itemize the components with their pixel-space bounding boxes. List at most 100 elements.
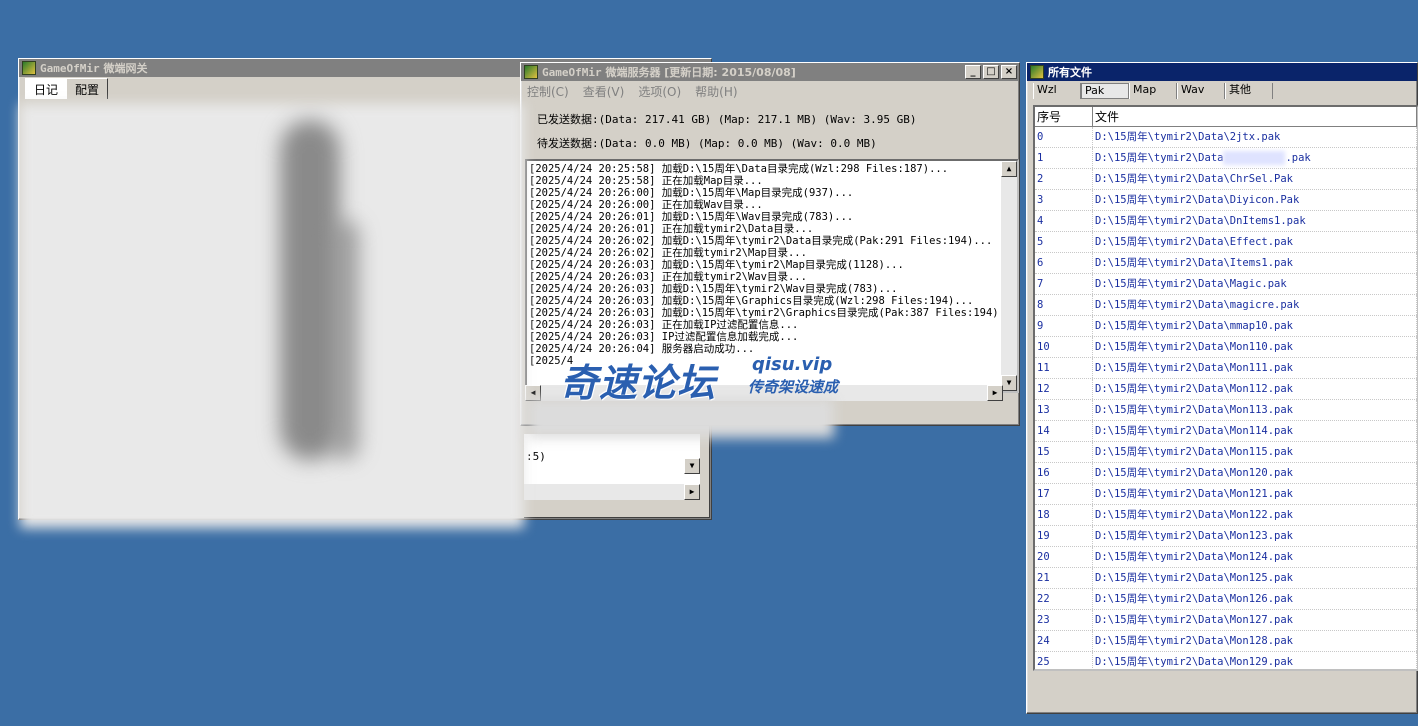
- lower-hscroll[interactable]: ▶: [524, 484, 700, 500]
- log-line: [2025/4/24 20:26:03] 正在加载tymir2\Wav目录...: [529, 271, 807, 283]
- table-row[interactable]: 25 D:\15周年\tymir2\Data\Mon129.pak: [1035, 652, 1417, 669]
- column-file[interactable]: 文件: [1093, 107, 1417, 126]
- table-row[interactable]: 1 D:\15周年\tymir2\Data .pak: [1035, 148, 1417, 169]
- log-line: [2025/4/24 20:25:58] 正在加载Map目录...: [529, 175, 763, 187]
- tab-wav[interactable]: Wav: [1177, 83, 1225, 99]
- tab-other[interactable]: 其他: [1225, 83, 1273, 99]
- log-line: [2025/4/24 20:26:00] 正在加载Wav目录...: [529, 199, 763, 211]
- pending-data: 待发送数据:(Data: 0.0 MB) (Map: 0.0 MB) (Wav:…: [537, 137, 877, 150]
- row-file: D:\15周年\tymir2\Data\Mon122.pak: [1093, 505, 1417, 525]
- row-file-path: D:\15周年\tymir2\Data\magicre.pak: [1095, 299, 1300, 311]
- row-file: D:\15周年\tymir2\Data\Mon110.pak: [1093, 337, 1417, 357]
- row-index: 3: [1035, 190, 1093, 210]
- table-row[interactable]: 7 D:\15周年\tymir2\Data\Magic.pak: [1035, 274, 1417, 295]
- log-line: [2025/4/24 20:26:03] 正在加载IP过滤配置信息...: [529, 319, 799, 331]
- row-index: 25: [1035, 652, 1093, 669]
- row-index: 22: [1035, 589, 1093, 609]
- table-row[interactable]: 15 D:\15周年\tymir2\Data\Mon115.pak: [1035, 442, 1417, 463]
- scroll-right-icon[interactable]: ▶: [684, 484, 700, 500]
- tab-pak[interactable]: Pak: [1081, 83, 1129, 99]
- tab-map[interactable]: Map: [1129, 83, 1177, 99]
- table-row[interactable]: 14 D:\15周年\tymir2\Data\Mon114.pak: [1035, 421, 1417, 442]
- scroll-down-icon[interactable]: ▼: [1001, 375, 1017, 391]
- row-file-path: D:\15周年\tymir2\Data\ChrSel.Pak: [1095, 173, 1294, 185]
- tab-config[interactable]: 配置: [66, 78, 109, 99]
- row-file-path: D:\15周年\tymir2\Data\DnItems1.pak: [1095, 215, 1306, 227]
- row-index: 9: [1035, 316, 1093, 336]
- table-row[interactable]: 6 D:\15周年\tymir2\Data\Items1.pak: [1035, 253, 1417, 274]
- files-titlebar[interactable]: 所有文件: [1027, 63, 1417, 81]
- scroll-down-icon[interactable]: ▼: [684, 458, 700, 474]
- table-row[interactable]: 10 D:\15周年\tymir2\Data\Mon110.pak: [1035, 337, 1417, 358]
- row-file: D:\15周年\tymir2\Data\Mon129.pak: [1093, 652, 1417, 669]
- table-row[interactable]: 11 D:\15周年\tymir2\Data\Mon111.pak: [1035, 358, 1417, 379]
- tab-log[interactable]: 日记: [25, 78, 68, 99]
- table-row[interactable]: 5 D:\15周年\tymir2\Data\Effect.pak: [1035, 232, 1417, 253]
- maximize-button[interactable]: □: [983, 65, 999, 79]
- watermark-url: qisu.vip: [752, 354, 833, 375]
- table-row[interactable]: 18 D:\15周年\tymir2\Data\Mon122.pak: [1035, 505, 1417, 526]
- row-file: D:\15周年\tymir2\Data\Mon127.pak: [1093, 610, 1417, 630]
- blurred-region: [1223, 151, 1286, 165]
- table-row[interactable]: 17 D:\15周年\tymir2\Data\Mon121.pak: [1035, 484, 1417, 505]
- app-icon: [524, 65, 538, 79]
- row-index: 11: [1035, 358, 1093, 378]
- row-index: 5: [1035, 232, 1093, 252]
- row-index: 19: [1035, 526, 1093, 546]
- table-row[interactable]: 12 D:\15周年\tymir2\Data\Mon112.pak: [1035, 379, 1417, 400]
- row-index: 4: [1035, 211, 1093, 231]
- table-row[interactable]: 8 D:\15周年\tymir2\Data\magicre.pak: [1035, 295, 1417, 316]
- menu-view[interactable]: 查看(V): [583, 83, 625, 100]
- scroll-right-icon[interactable]: ▶: [987, 385, 1003, 401]
- scroll-up-icon[interactable]: ▲: [1001, 161, 1017, 177]
- log-line: [2025/4/24 20:26:02] 加载D:\15周年\tymir2\Da…: [529, 235, 993, 247]
- row-index: 18: [1035, 505, 1093, 525]
- row-file-path: D:\15周年\tymir2\Data\Effect.pak: [1095, 236, 1294, 248]
- row-index: 8: [1035, 295, 1093, 315]
- row-file: D:\15周年\tymir2\Data\Mon128.pak: [1093, 631, 1417, 651]
- table-row[interactable]: 24 D:\15周年\tymir2\Data\Mon128.pak: [1035, 631, 1417, 652]
- log-line: [2025/4/24 20:26:01] 加载D:\15周年\Wav目录完成(7…: [529, 211, 854, 223]
- row-file-path: D:\15周年\tymir2\Data\Mon114.pak: [1095, 425, 1294, 437]
- minimize-button[interactable]: _: [965, 65, 981, 79]
- row-file-path: D:\15周年\tymir2\Data\mmap10.pak: [1095, 320, 1294, 332]
- table-row[interactable]: 16 D:\15周年\tymir2\Data\Mon120.pak: [1035, 463, 1417, 484]
- table-row[interactable]: 22 D:\15周年\tymir2\Data\Mon126.pak: [1035, 589, 1417, 610]
- close-button[interactable]: ×: [1001, 65, 1017, 79]
- table-row[interactable]: 19 D:\15周年\tymir2\Data\Mon123.pak: [1035, 526, 1417, 547]
- menu-options[interactable]: 选项(O): [638, 83, 681, 100]
- row-file-path: D:\15周年\tymir2\Data\Mon111.pak: [1095, 362, 1294, 374]
- row-file: D:\15周年\tymir2\Data\Effect.pak: [1093, 232, 1417, 252]
- table-row[interactable]: 0 D:\15周年\tymir2\Data\2jtx.pak: [1035, 127, 1417, 148]
- table-row[interactable]: 9 D:\15周年\tymir2\Data\mmap10.pak: [1035, 316, 1417, 337]
- row-file-suffix: .pak: [1285, 152, 1311, 164]
- row-file-path: D:\15周年\tymir2\Data\Mon120.pak: [1095, 467, 1294, 479]
- server-title: GameOfMir 微端服务器 [更新日期: 2015/08/08]: [542, 66, 796, 79]
- table-row[interactable]: 13 D:\15周年\tymir2\Data\Mon113.pak: [1035, 400, 1417, 421]
- table-row[interactable]: 3 D:\15周年\tymir2\Data\Diyicon.Pak: [1035, 190, 1417, 211]
- tab-wzl[interactable]: Wzl: [1033, 83, 1081, 99]
- table-row[interactable]: 4 D:\15周年\tymir2\Data\DnItems1.pak: [1035, 211, 1417, 232]
- table-row[interactable]: 2 D:\15周年\tymir2\Data\ChrSel.Pak: [1035, 169, 1417, 190]
- row-file: D:\15周年\tymir2\Data\Mon111.pak: [1093, 358, 1417, 378]
- table-row[interactable]: 21 D:\15周年\tymir2\Data\Mon125.pak: [1035, 568, 1417, 589]
- menu-help[interactable]: 帮助(H): [695, 83, 737, 100]
- table-row[interactable]: 20 D:\15周年\tymir2\Data\Mon124.pak: [1035, 547, 1417, 568]
- server-titlebar[interactable]: GameOfMir 微端服务器 [更新日期: 2015/08/08] _ □ ×: [521, 63, 1019, 81]
- column-index[interactable]: 序号: [1035, 107, 1093, 126]
- row-file: D:\15周年\tymir2\Data\Mon114.pak: [1093, 421, 1417, 441]
- menu-control[interactable]: 控制(C): [527, 83, 569, 100]
- log-line: [2025/4/24 20:26:03] 加载D:\15周年\Graphics目…: [529, 295, 974, 307]
- row-index: 13: [1035, 400, 1093, 420]
- row-index: 7: [1035, 274, 1093, 294]
- row-index: 15: [1035, 442, 1093, 462]
- blurred-region: [20, 104, 524, 528]
- lower-log-text: :5): [526, 450, 546, 463]
- row-file: D:\15周年\tymir2\Data\Diyicon.Pak: [1093, 190, 1417, 210]
- row-file-path: D:\15周年\tymir2\Data\Mon110.pak: [1095, 341, 1294, 353]
- row-file: D:\15周年\tymir2\Data\DnItems1.pak: [1093, 211, 1417, 231]
- row-file-path: D:\15周年\tymir2\Data: [1095, 152, 1224, 164]
- log-line: [2025/4/24 20:26:01] 正在加载tymir2\Data目录..…: [529, 223, 814, 235]
- log-scrollbar[interactable]: ▲ ▼: [1001, 161, 1017, 391]
- table-row[interactable]: 23 D:\15周年\tymir2\Data\Mon127.pak: [1035, 610, 1417, 631]
